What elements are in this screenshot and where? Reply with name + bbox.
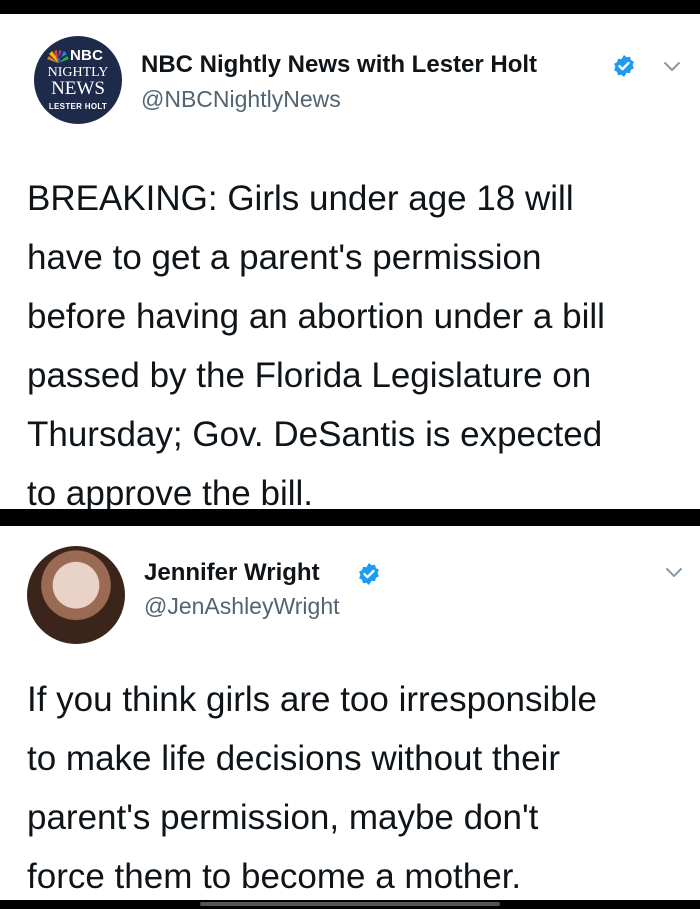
verified-badge-icon [614, 55, 634, 77]
scrollbar[interactable] [200, 902, 500, 906]
tweet-card-nbc[interactable]: NBC NIGHTLY NEWS LESTER HOLT NBC Nightly… [0, 14, 700, 509]
tweet-text: If you think girls are too irresponsible… [27, 680, 597, 896]
nbc-brand-text: NBC [70, 47, 104, 64]
tweet-text: BREAKING: Girls under age 18 will have t… [27, 179, 605, 509]
nbc-anchor-text: LESTER HOLT [48, 102, 108, 111]
nbc-peacock-icon [47, 50, 69, 63]
nbc-news-text: NEWS [51, 78, 105, 99]
jennifer-avatar[interactable] [27, 546, 125, 644]
tweet-author-handle[interactable]: @JenAshleyWright [144, 593, 340, 620]
tweet-author-handle[interactable]: @NBCNightlyNews [141, 86, 341, 113]
nbc-avatar[interactable]: NBC NIGHTLY NEWS LESTER HOLT [34, 36, 122, 124]
verified-badge-icon [359, 563, 379, 585]
tweet-card-jennifer[interactable]: Jennifer Wright @JenAshleyWright If you … [0, 526, 700, 900]
chevron-down-icon[interactable] [662, 60, 682, 74]
tweet-author-name[interactable]: Jennifer Wright [144, 559, 320, 587]
chevron-down-icon[interactable] [664, 566, 684, 580]
tweet-author-name[interactable]: NBC Nightly News with Lester Holt [141, 51, 537, 79]
